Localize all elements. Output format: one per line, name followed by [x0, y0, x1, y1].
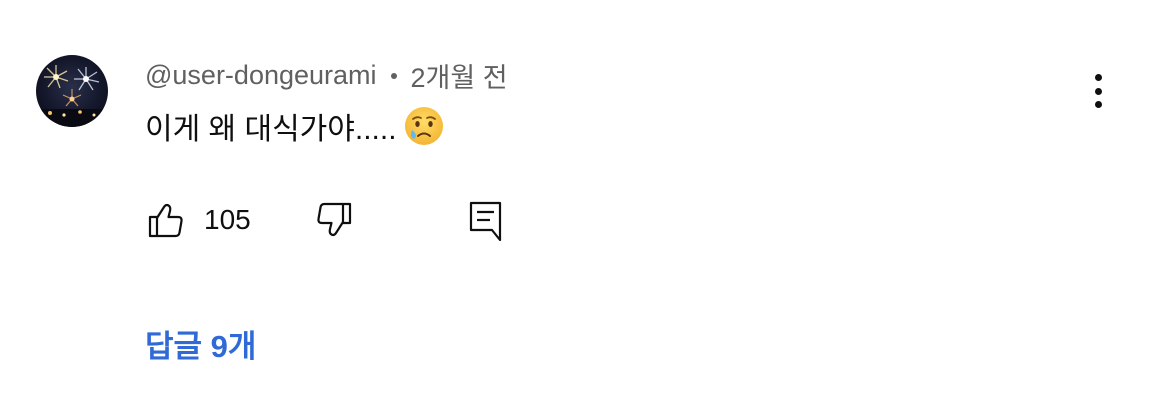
more-options-button[interactable] — [1078, 68, 1118, 114]
more-vertical-icon-dot — [1094, 101, 1102, 108]
reply-button[interactable] — [465, 196, 505, 244]
fireworks-avatar-image — [36, 65, 108, 127]
comment-text: 이게 왜 대식가야..... — [145, 104, 445, 148]
separator-dot — [390, 73, 397, 79]
more-vertical-icon — [1094, 74, 1102, 81]
author-name[interactable]: @user-dongeurami — [145, 60, 377, 91]
comment-thread: @user-dongeurami 2개월 전 이게 왜 대식가야..... 10… — [0, 0, 1170, 402]
like-count: 105 — [204, 204, 251, 235]
like-button[interactable]: 105 — [145, 196, 251, 244]
view-replies-button[interactable]: 답글 9개 — [145, 322, 256, 364]
comment-time[interactable]: 2개월 전 — [411, 56, 508, 95]
comment-body: 이게 왜 대식가야..... — [145, 113, 397, 146]
dislike-button[interactable] — [315, 196, 355, 244]
thumbs-down-icon — [317, 202, 352, 237]
more-vertical-icon-dot — [1094, 87, 1102, 95]
avatar[interactable] — [36, 55, 108, 127]
crying-face-emoji — [403, 105, 445, 147]
comment-icon — [469, 201, 502, 242]
comment-meta: @user-dongeurami 2개월 전 — [145, 56, 508, 95]
thumbs-up-icon — [148, 203, 183, 238]
